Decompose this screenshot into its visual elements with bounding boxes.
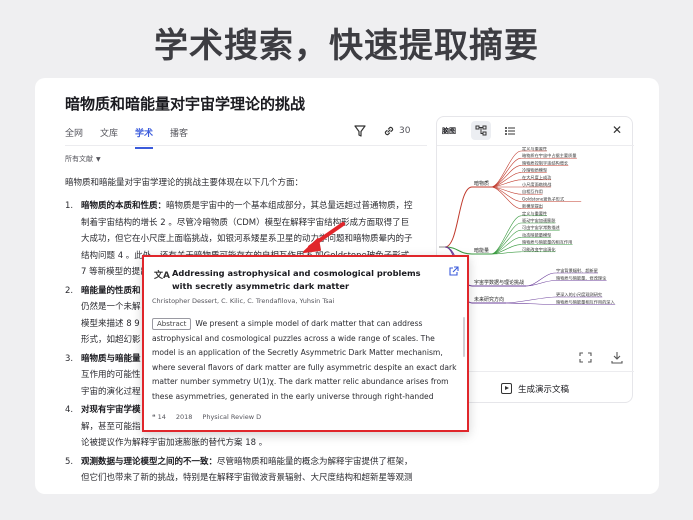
download-icon[interactable] xyxy=(611,352,623,364)
paper-abstract: Abstract We present a simple model of dar… xyxy=(152,317,457,404)
item-number: 2. xyxy=(65,285,74,296)
item-number: 3. xyxy=(65,353,74,364)
panel-toolbar: 脑图 ✕ xyxy=(437,117,634,146)
item-number: 1. xyxy=(65,201,74,211)
translate-icon[interactable]: 文A xyxy=(154,268,170,281)
paper-meta: ❝ 14 2018 Physical Review D xyxy=(152,413,261,421)
close-icon[interactable]: ✕ xyxy=(612,123,622,137)
mindmap-leaf-link xyxy=(490,186,522,202)
list-view-icon[interactable] xyxy=(504,125,516,137)
item-line: 观测数据与理论模型之间的不一致：尽管暗物质和暗能量的概念为解释宇宙提供了框架， xyxy=(81,456,413,467)
paper-venue: Physical Review D xyxy=(202,413,262,421)
mindmap-branch-label[interactable]: 暗能量 xyxy=(474,247,489,254)
paper-year: 2018 xyxy=(175,413,193,421)
answer-item: 5. 观测数据与理论模型之间的不一致：尽管暗物质和暗能量的概念为解释宇宙提供了框架… xyxy=(65,454,420,487)
page-title: 暗物质和暗能量对宇宙学理论的挑战 xyxy=(65,95,306,113)
mindmap-leaf-link xyxy=(505,302,556,305)
tab-mindmap[interactable]: 脑图 xyxy=(442,126,456,136)
tree-icon xyxy=(475,125,487,136)
tabs-divider xyxy=(65,145,427,146)
mindmap-branch-label[interactable]: 未来研究方向 xyxy=(474,296,504,303)
external-link-icon[interactable] xyxy=(448,266,459,277)
item-number: 4. xyxy=(65,405,74,415)
item-number: 5. xyxy=(65,456,74,467)
item-line: 论被提议作为解释宇宙加速膨胀的替代方案 18 。 xyxy=(81,438,268,448)
chevron-down-icon: ▼ xyxy=(96,156,101,163)
abstract-text: We present a simple model of dark matter… xyxy=(152,319,457,401)
paper-title[interactable]: Addressing astrophysical and cosmologica… xyxy=(172,267,432,293)
paper-authors: Christopher Dessert, C. Kilic, C. Trenda… xyxy=(152,297,335,305)
mindmap-leaf-link xyxy=(490,150,522,188)
generate-slides-label: 生成演示文稿 xyxy=(518,385,570,395)
citation-count: ❝ 14 xyxy=(152,413,166,421)
mindmap-leaf-link xyxy=(490,157,522,188)
doc-filter-label: 所有文献 xyxy=(65,155,93,163)
play-icon xyxy=(501,383,512,394)
fullscreen-icon[interactable] xyxy=(579,352,592,363)
mindmap-branch-label[interactable]: 暗物质 xyxy=(474,180,489,187)
panel-actions xyxy=(579,352,623,364)
mindmap-branch-link xyxy=(444,186,473,248)
mindmap-leaf-link xyxy=(490,186,522,209)
banner-title: 学术搜索，快速提取摘要 xyxy=(154,26,539,66)
item-line: 制着宇宙结构的增长 2 。尽管冷暗物质（CDM）模型在解释宇宙结构形成方面取得了… xyxy=(81,217,410,228)
tree-view-button[interactable] xyxy=(471,121,491,140)
item-line: 暗物质的本质和性质：暗物质是宇宙中的一个基本组成部分，其总量远超过普通物质，控 xyxy=(81,201,413,211)
answer-intro: 暗物质和暗能量对宇宙学理论的挑战主要体现在以下几个方面： xyxy=(65,178,304,188)
mindmap-leaf-link xyxy=(490,215,522,255)
link-icon[interactable] xyxy=(382,124,396,138)
filter-icon[interactable] xyxy=(353,124,367,138)
mindmap-branch-label[interactable]: 宇宙学数据与理论挑战 xyxy=(474,279,524,286)
item-line: 但它们也带来了新的挑战，特别是在解释宇宙微波背景辐射、大尺度结构和超新星等观测 xyxy=(81,473,413,483)
mindmap-leaf-link xyxy=(525,272,556,287)
abstract-scrollbar[interactable] xyxy=(463,317,465,357)
mindmap-leaf-link xyxy=(505,296,556,304)
citation-popup[interactable]: 文A Addressing astrophysical and cosmolog… xyxy=(142,255,469,432)
abstract-tag: Abstract xyxy=(152,318,192,330)
item-line: 大成功，但它在小尺度上面临挑战，如银河系矮星系卫星的动力学问题和暗物质晕内的子 xyxy=(81,234,413,244)
mindmap-leaf-link xyxy=(490,229,522,255)
doc-filter-dropdown[interactable]: 所有文献 ▼ xyxy=(65,154,101,164)
source-count: 30 xyxy=(399,126,411,136)
